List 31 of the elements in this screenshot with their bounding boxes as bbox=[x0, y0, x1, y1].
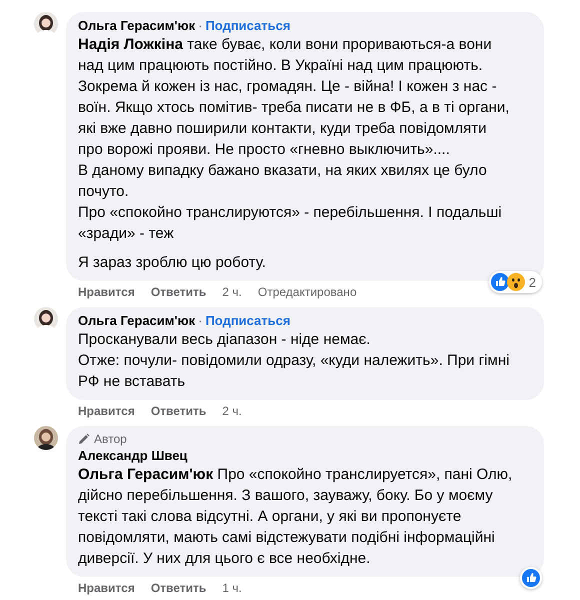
thumbs-up-icon bbox=[490, 273, 509, 291]
pencil-icon bbox=[78, 433, 90, 445]
comment-text: Надія Ложкіна таке буває, коли вони прориваються-а вони над цим працюють постійно. В Україні над цим працюють. Зокрема й кожен із нас, громадян. Це - війна! І кожен з нас - воїн. Якщо хтось помітив- треба писати не в ФБ, а в ті органи, які вже давно поширили контакти, куди треба повідомляти про ворожі прояви. Не просто «гневно выключить».... bbox=[78, 35, 510, 160]
timestamp[interactable]: 1 ч. bbox=[222, 580, 242, 596]
author-name[interactable]: Ольга Герасим'юк bbox=[78, 18, 196, 33]
comment-text: Про «спокойно транслируются» - перебільшення. І подальші «зради» - теж bbox=[78, 203, 503, 244]
separator-dot: · bbox=[198, 18, 202, 33]
timestamp[interactable]: 2 ч. bbox=[222, 284, 242, 300]
comment-text: Отже: почули- повідомили одразу, «куди належить». При гімні РФ не вставать bbox=[78, 351, 510, 392]
separator-dot: · bbox=[198, 313, 202, 328]
reaction-badge[interactable]: 2 bbox=[488, 271, 542, 293]
comment-text: Просканували весь діапазон - ніде немає. bbox=[78, 330, 372, 350]
author-name[interactable]: Александр Швец bbox=[78, 448, 188, 463]
like-link[interactable]: Нравится bbox=[78, 580, 135, 596]
reply-link[interactable]: Ответить bbox=[150, 580, 206, 596]
thumbs-up-icon bbox=[522, 569, 540, 587]
surprised-face-icon bbox=[506, 273, 525, 291]
reply-link[interactable]: Ответить bbox=[150, 403, 206, 419]
comment-text: Я зараз зроблю цю роботу. bbox=[78, 253, 267, 273]
comment-text: Ольга Герасим'юк Про «спокойно транслируется», пані Олю, дійсно перебільшення. З вашого, зауважу, боку. Бо у моєму тексті такі слова відсутні. А органи, у які ви пропонуєте повідомляти, мають самі відстежувати подібні інформаційні диверсії. У них для цього є все необхідне. bbox=[78, 465, 514, 569]
author-label: Автор bbox=[94, 432, 127, 446]
comment-text: В даному випадку бажано вказати, на яких хвилях це було почуто. bbox=[78, 161, 488, 202]
like-link[interactable]: Нравится bbox=[78, 284, 135, 300]
reply-link[interactable]: Ответить bbox=[150, 284, 206, 300]
reaction-badge[interactable] bbox=[520, 567, 542, 589]
follow-link[interactable]: Подписаться bbox=[205, 18, 290, 33]
timestamp[interactable]: 2 ч. bbox=[222, 403, 242, 419]
follow-link[interactable]: Подписаться bbox=[205, 313, 290, 328]
edited-label: Отредактировано bbox=[258, 284, 357, 300]
author-name[interactable]: Ольга Герасим'юк bbox=[78, 313, 196, 328]
like-link[interactable]: Нравится bbox=[78, 403, 135, 419]
